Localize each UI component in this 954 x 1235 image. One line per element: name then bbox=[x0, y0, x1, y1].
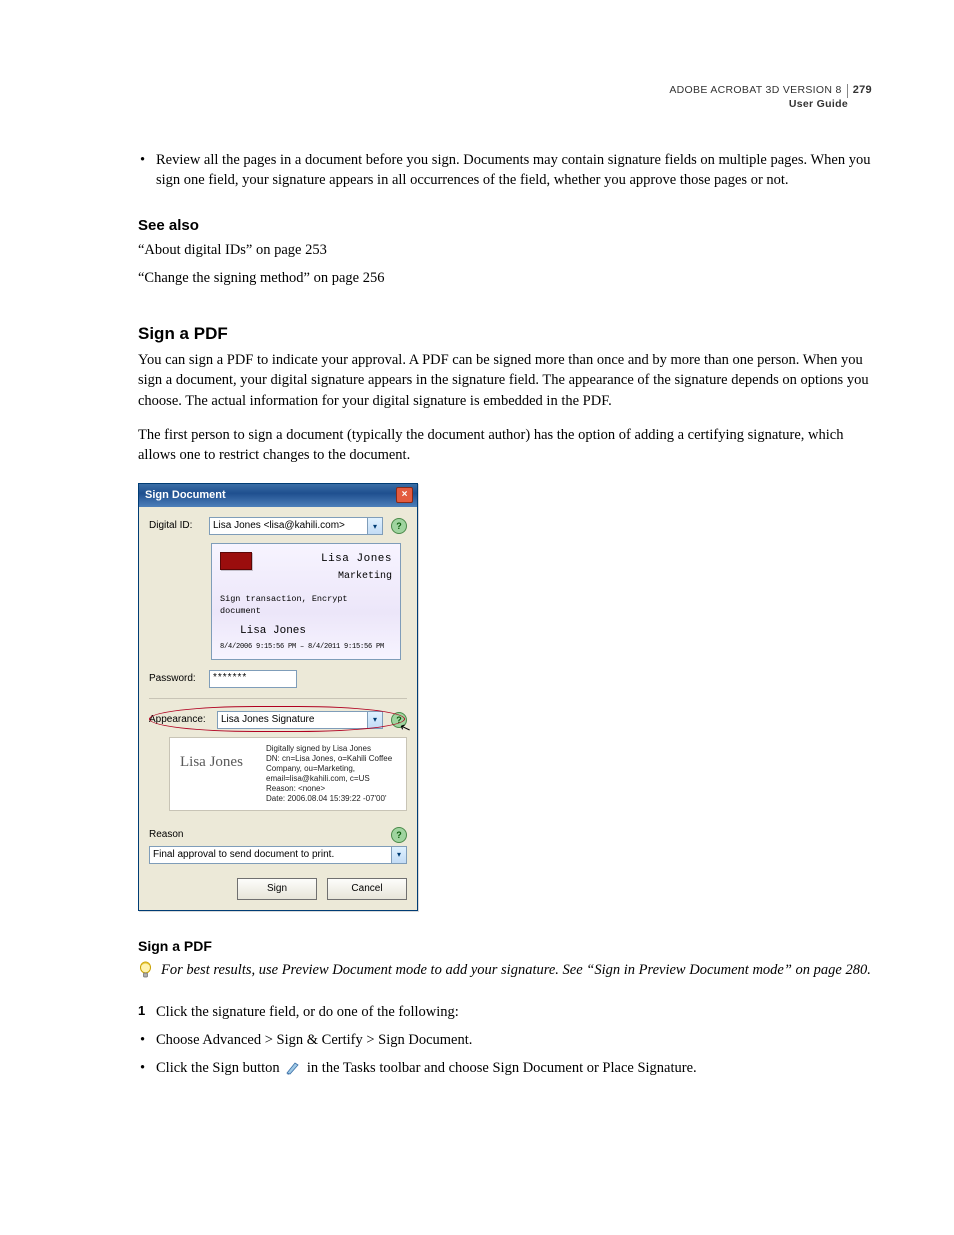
help-icon[interactable]: ? bbox=[391, 827, 407, 843]
chevron-down-icon[interactable]: ▾ bbox=[367, 712, 382, 728]
appearance-label: Appearance: bbox=[149, 713, 213, 727]
header-product: ADOBE ACROBAT 3D VERSION 8 bbox=[669, 84, 846, 97]
intro-bullet: Review all the pages in a document befor… bbox=[138, 150, 874, 191]
step-1b-post: in the Tasks toolbar and choose Sign Doc… bbox=[307, 1060, 697, 1076]
intro-list: Review all the pages in a document befor… bbox=[138, 150, 874, 191]
preview-graphic bbox=[220, 552, 252, 570]
preview-name2: Lisa Jones bbox=[240, 624, 392, 639]
sig-meta-1: Digitally signed by Lisa Jones bbox=[266, 744, 400, 754]
sign-document-dialog: Sign Document × Digital ID: Lisa Jones <… bbox=[138, 483, 418, 910]
sig-meta-3: Reason: <none> bbox=[266, 784, 400, 794]
step-1b: Click the Sign button in the Tasks toolb… bbox=[138, 1058, 874, 1081]
step-1b-pre: Click the Sign button bbox=[156, 1060, 283, 1076]
cancel-button[interactable]: Cancel bbox=[327, 878, 407, 900]
sign-button[interactable]: Sign bbox=[237, 878, 317, 900]
chevron-down-icon[interactable]: ▾ bbox=[391, 847, 406, 863]
help-icon[interactable]: ? bbox=[391, 712, 407, 728]
header-page-number: 279 bbox=[847, 84, 872, 98]
page-header: ADOBE ACROBAT 3D VERSION 8 279 User Guid… bbox=[669, 84, 872, 111]
section-p2: The first person to sign a document (typ… bbox=[138, 425, 874, 466]
sig-meta-2: DN: cn=Lisa Jones, o=Kahili Coffee Compa… bbox=[266, 754, 400, 784]
appearance-value: Lisa Jones Signature bbox=[218, 713, 367, 727]
password-label: Password: bbox=[149, 672, 205, 686]
header-subtitle: User Guide bbox=[669, 98, 872, 111]
dialog-title: Sign Document bbox=[145, 488, 226, 503]
help-icon[interactable]: ? bbox=[391, 518, 407, 534]
see-also-heading: See also bbox=[138, 215, 874, 236]
signature-preview: Lisa Jones Marketing Sign transaction, E… bbox=[211, 543, 401, 659]
sig-meta-4: Date: 2006.08.04 15:39:22 -07'00' bbox=[266, 794, 400, 804]
signature-script: Lisa Jones bbox=[176, 744, 260, 773]
lightbulb-icon bbox=[138, 961, 153, 985]
digital-id-dropdown[interactable]: Lisa Jones <lisa@kahili.com> ▾ bbox=[209, 517, 383, 535]
tip-text: For best results, use Preview Document m… bbox=[161, 960, 871, 980]
close-icon[interactable]: × bbox=[396, 487, 413, 503]
reason-label: Reason bbox=[149, 828, 183, 842]
chevron-down-icon[interactable]: ▾ bbox=[367, 518, 382, 534]
reason-dropdown[interactable]: Final approval to send document to print… bbox=[149, 846, 407, 864]
preview-line: Sign transaction, Encrypt document bbox=[220, 594, 392, 618]
section-title: Sign a PDF bbox=[138, 322, 874, 346]
section-p1: You can sign a PDF to indicate your appr… bbox=[138, 350, 874, 411]
preview-dept: Marketing bbox=[220, 570, 392, 584]
signature-block: Lisa Jones Digitally signed by Lisa Jone… bbox=[169, 737, 407, 811]
signature-metadata: Digitally signed by Lisa Jones DN: cn=Li… bbox=[266, 744, 400, 804]
digital-id-value: Lisa Jones <lisa@kahili.com> bbox=[210, 519, 367, 533]
step-1: Click the signature field, or do one of … bbox=[138, 1002, 874, 1022]
see-also-ref-2: “Change the signing method” on page 256 bbox=[138, 268, 874, 288]
see-also-ref-1: “About digital IDs” on page 253 bbox=[138, 240, 874, 260]
password-input[interactable]: ******* bbox=[209, 670, 297, 688]
subsection-heading: Sign a PDF bbox=[138, 937, 874, 957]
digital-id-label: Digital ID: bbox=[149, 519, 205, 533]
appearance-dropdown[interactable]: Lisa Jones Signature ▾ bbox=[217, 711, 383, 729]
dialog-titlebar: Sign Document × bbox=[139, 484, 417, 507]
reason-value: Final approval to send document to print… bbox=[150, 848, 391, 862]
step-1a: Choose Advanced > Sign & Certify > Sign … bbox=[138, 1030, 874, 1050]
pen-icon bbox=[285, 1061, 301, 1081]
preview-dates: 8/4/2006 9:15:56 PM – 8/4/2011 9:15:56 P… bbox=[220, 643, 392, 653]
separator bbox=[149, 698, 407, 699]
